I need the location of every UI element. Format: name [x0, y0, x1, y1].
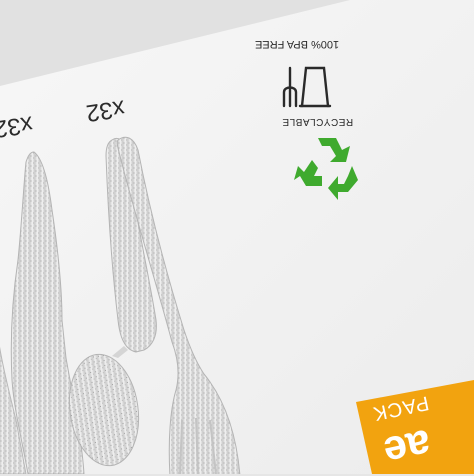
bpa-free-label: 100% BPA FREE — [255, 38, 340, 50]
spoon-count: x32 — [84, 94, 127, 127]
recyclable-label: RECYCLABLE — [282, 116, 354, 127]
knife-count: x32 — [0, 110, 35, 143]
brand-mark: ae — [379, 420, 436, 476]
